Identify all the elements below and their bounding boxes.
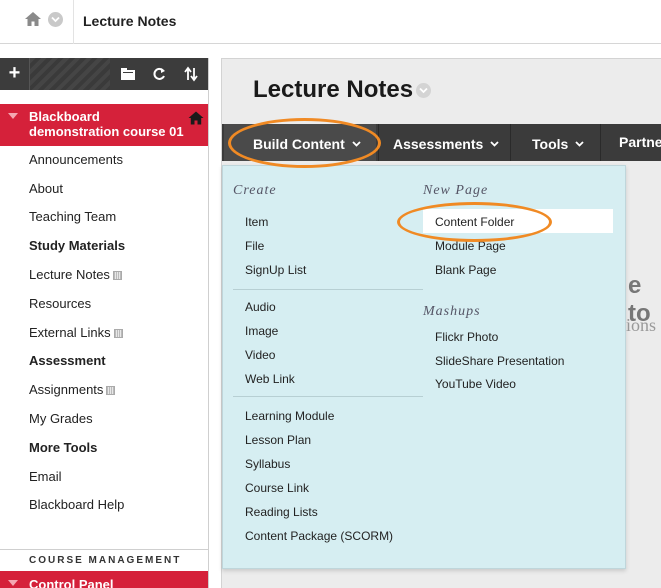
- create-menu-item[interactable]: Course Link: [245, 480, 309, 496]
- action-partner-button[interactable]: Partne: [619, 124, 661, 161]
- action-divider: [600, 124, 601, 161]
- sidebar-item-label: About: [29, 181, 63, 196]
- chevron-down-icon: [490, 124, 499, 161]
- sidebar-item[interactable]: Email: [29, 468, 62, 486]
- create-menu-item[interactable]: Video: [245, 347, 275, 363]
- page-title-chevron-icon[interactable]: [416, 83, 431, 98]
- sidebar-item-label: Lecture Notes: [29, 267, 110, 282]
- annotation-oval-build-content: [228, 118, 381, 168]
- refresh-icon[interactable]: [151, 66, 167, 82]
- annotation-oval-content-folder: [397, 202, 552, 242]
- breadcrumb-menu-chevron-icon[interactable]: [48, 12, 63, 27]
- sidebar-item-label: My Grades: [29, 411, 93, 426]
- breadcrumb-bar: Lecture Notes: [0, 0, 661, 44]
- action-label: Tools: [532, 136, 569, 152]
- create-menu-item[interactable]: Reading Lists: [245, 504, 318, 520]
- sidebar-item[interactable]: Assignments: [29, 381, 116, 399]
- create-menu-item[interactable]: Syllabus: [245, 456, 290, 472]
- sidebar-toolbar-decoration: [30, 58, 110, 90]
- content-area-icon: [113, 329, 123, 338]
- create-menu-item[interactable]: Learning Module: [245, 408, 334, 424]
- new-page-menu-item[interactable]: Blank Page: [435, 262, 496, 278]
- create-heading: Create: [233, 183, 277, 198]
- sidebar-item-label: Resources: [29, 296, 92, 311]
- mashups-heading: Mashups: [423, 304, 481, 319]
- sidebar-item[interactable]: External Links: [29, 324, 123, 342]
- sidebar-item[interactable]: Teaching Team: [29, 208, 116, 226]
- sidebar-item[interactable]: Resources: [29, 295, 91, 313]
- sidebar-item[interactable]: Lecture Notes: [29, 266, 122, 284]
- course-management-label: COURSE MANAGEMENT: [29, 555, 182, 566]
- sidebar-section-heading[interactable]: Study Materials: [29, 237, 125, 255]
- mashups-menu-item[interactable]: SlideShare Presentation: [435, 353, 564, 369]
- control-panel-header[interactable]: Control Panel: [0, 571, 208, 588]
- sidebar-item-label: Announcements: [29, 152, 123, 167]
- sidebar-item-label: Email: [29, 469, 62, 484]
- content-area-icon: [112, 271, 122, 280]
- mashups-menu-item[interactable]: Flickr Photo: [435, 329, 498, 345]
- course-home-icon[interactable]: [188, 111, 204, 125]
- course-management-divider: [0, 549, 208, 550]
- breadcrumb-separator: [73, 0, 74, 44]
- action-label: Assessments: [393, 136, 484, 152]
- sidebar-item-label: More Tools: [29, 440, 98, 455]
- background-text-fragment: ions: [626, 315, 657, 335]
- create-menu-item[interactable]: Audio: [245, 299, 276, 315]
- breadcrumb-current[interactable]: Lecture Notes: [83, 13, 176, 29]
- sidebar-item-label: Teaching Team: [29, 209, 117, 224]
- action-tools-button[interactable]: Tools: [532, 124, 584, 161]
- sidebar-item[interactable]: My Grades: [29, 410, 93, 428]
- sidebar-item-label: Assessment: [29, 353, 106, 368]
- course-title[interactable]: Blackboard demonstration course 01: [29, 109, 189, 139]
- course-menu-sidebar: + Blackboard demonstration course 01 Ann…: [0, 58, 209, 588]
- create-menu-item[interactable]: File: [245, 238, 264, 254]
- sidebar-item[interactable]: Blackboard Help: [29, 496, 124, 514]
- sidebar-toolbar: +: [0, 58, 208, 90]
- create-menu-item[interactable]: Item: [245, 214, 268, 230]
- page-title: Lecture Notes: [253, 76, 414, 103]
- add-menu-item-icon[interactable]: +: [0, 58, 30, 90]
- sidebar-item-label: External Links: [29, 325, 111, 340]
- sidebar-section-heading[interactable]: More Tools: [29, 439, 97, 457]
- create-menu-item[interactable]: Content Package (SCORM): [245, 528, 393, 544]
- sidebar-item-label: Study Materials: [29, 238, 126, 253]
- create-menu-item[interactable]: Web Link: [245, 371, 295, 387]
- action-divider: [510, 124, 511, 161]
- create-group-divider: [233, 396, 423, 397]
- mashups-menu-item[interactable]: YouTube Video: [435, 376, 516, 392]
- course-title-header[interactable]: Blackboard demonstration course 01: [0, 104, 208, 146]
- action-label: Partne: [619, 134, 661, 150]
- create-menu-item[interactable]: SignUp List: [245, 262, 306, 278]
- create-group-divider: [233, 289, 423, 290]
- action-assessments-button[interactable]: Assessments: [393, 124, 499, 161]
- sidebar-item-label: Assignments: [29, 382, 104, 397]
- folder-view-icon[interactable]: [120, 66, 136, 82]
- home-icon[interactable]: [24, 11, 42, 27]
- control-panel-caret-icon[interactable]: [8, 580, 18, 586]
- create-menu-item[interactable]: Lesson Plan: [245, 432, 311, 448]
- content-area-icon: [106, 386, 116, 395]
- reorder-icon[interactable]: [183, 66, 199, 82]
- sidebar-section-heading[interactable]: Assessment: [29, 352, 106, 370]
- create-menu-item[interactable]: Image: [245, 323, 278, 339]
- sidebar-item-label: Blackboard Help: [29, 497, 125, 512]
- sidebar-item[interactable]: About: [29, 180, 63, 198]
- collapse-caret-icon[interactable]: [8, 113, 18, 119]
- control-panel-label[interactable]: Control Panel: [29, 577, 114, 588]
- sidebar-item[interactable]: Announcements: [29, 151, 123, 169]
- chevron-down-icon: [575, 124, 584, 161]
- new-page-heading: New Page: [423, 183, 489, 198]
